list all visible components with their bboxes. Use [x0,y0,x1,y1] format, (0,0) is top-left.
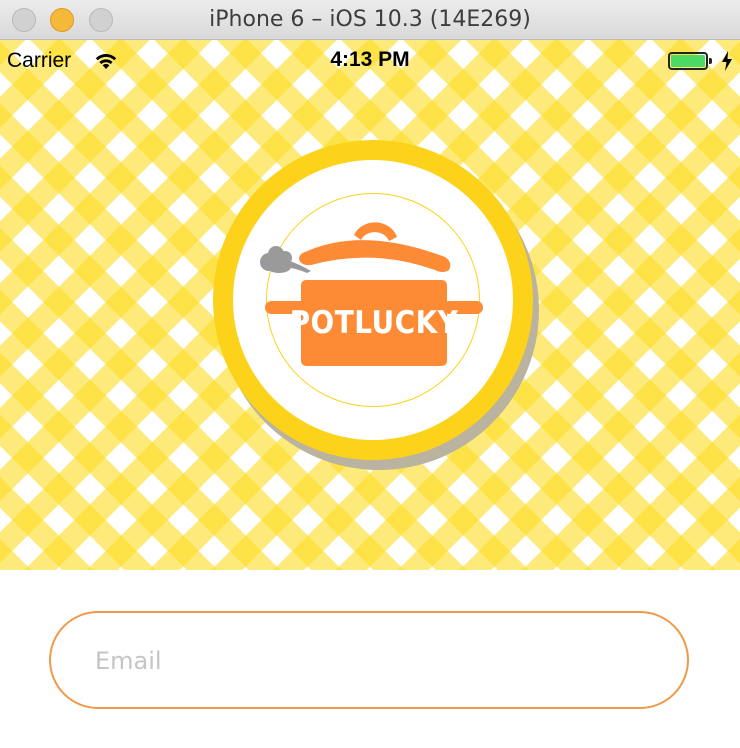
email-field[interactable] [49,611,689,709]
email-input[interactable] [93,613,657,709]
potlucky-logo: POTLUCKY [213,140,543,470]
window-titlebar: iPhone 6 – iOS 10.3 (14E269) [0,0,740,40]
status-time: 4:13 PM [330,48,410,71]
logo-wordmark: POTLUCKY [290,305,459,341]
cooking-pot-icon: POTLUCKY [260,222,483,366]
battery-icon [668,52,712,70]
charging-bolt-icon [721,51,733,76]
status-bar: Carrier 4:13 PM [0,40,740,80]
window-title: iPhone 6 – iOS 10.3 (14E269) [209,7,531,32]
